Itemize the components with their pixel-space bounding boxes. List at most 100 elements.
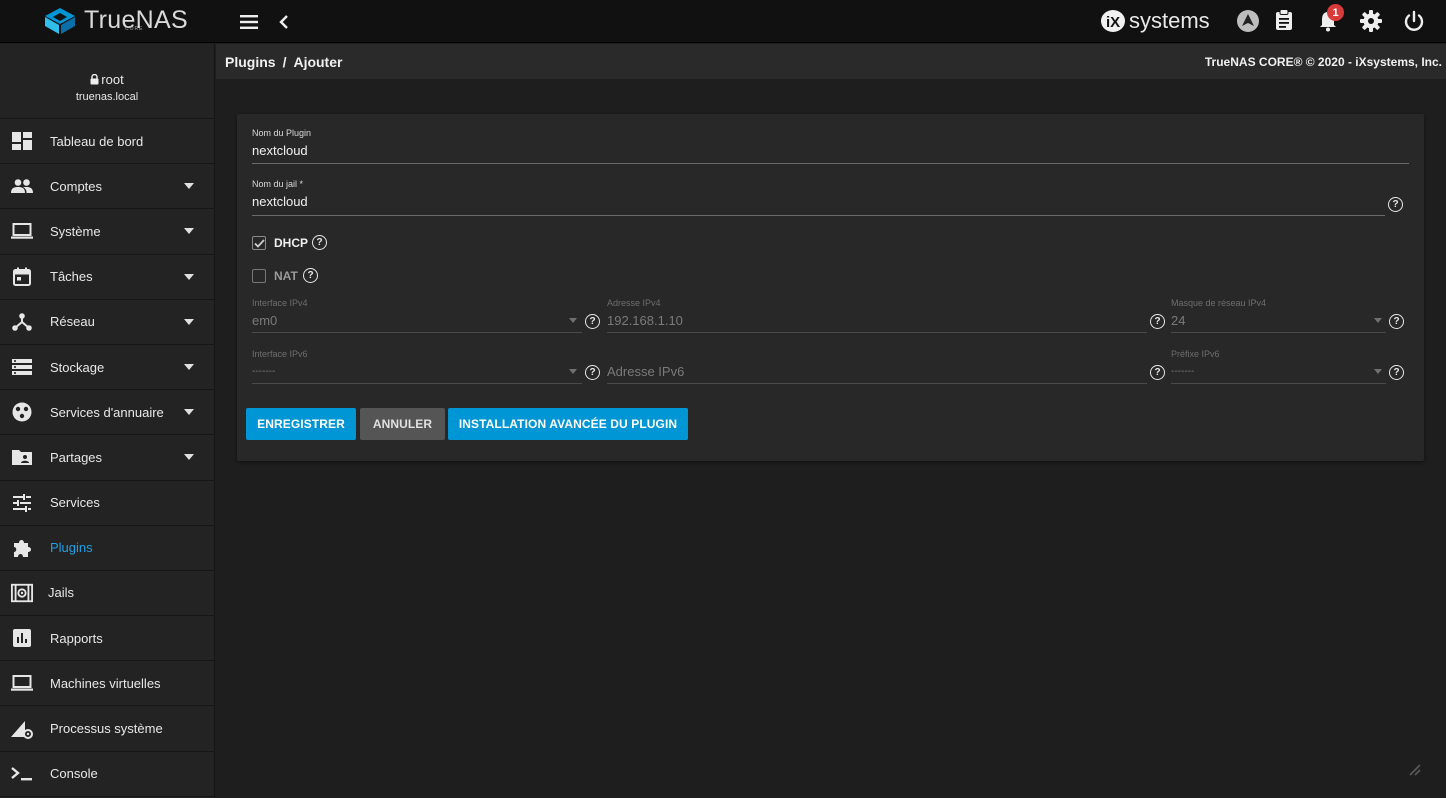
sidebar-item-label: Rapports (50, 630, 103, 646)
help-icon[interactable]: ? (585, 314, 600, 329)
truecommand-icon[interactable] (1236, 9, 1260, 33)
ipv6-prefix-underline (1171, 383, 1386, 384)
ipv6-address-input[interactable]: Adresse IPv6 (607, 364, 1147, 379)
dhcp-checkbox[interactable] (252, 236, 266, 250)
sidebar-item-system-processes[interactable]: Processus système (0, 706, 214, 752)
sidebar-item-label: Machines virtuelles (50, 675, 161, 691)
sidebar-item-label: Processus système (50, 721, 163, 737)
breadcrumb: Plugins / Ajouter (225, 54, 342, 70)
ipv6-prefix-value: ------- (1171, 366, 1195, 377)
caret-down-icon (184, 454, 194, 461)
jail-name-input[interactable]: nextcloud (252, 194, 1385, 209)
sidebar-item-services[interactable]: Services (0, 481, 214, 526)
nat-label: NAT (274, 269, 298, 283)
ipv6-interface-underline (252, 383, 582, 384)
jail-name-field[interactable]: Nom du jail * nextcloud (252, 179, 1385, 209)
truenas-logo[interactable]: TrueNAS (44, 6, 188, 35)
caret-down-icon (184, 364, 194, 371)
dhcp-label: DHCP (274, 236, 309, 250)
sidebar-item-storage[interactable]: Stockage (0, 345, 214, 391)
plugin-name-label: Nom du Plugin (252, 128, 312, 138)
ipv4-interface-select[interactable]: Interface IPv4 em0 (252, 298, 582, 328)
tune-icon (11, 492, 33, 514)
caret-down-icon (184, 183, 194, 190)
menu-icon[interactable] (237, 10, 261, 34)
plugin-name-value: nextcloud (252, 143, 308, 158)
help-icon[interactable]: ? (303, 268, 318, 283)
sidebar-item-shares[interactable]: Partages (0, 435, 214, 481)
help-icon[interactable]: ? (585, 365, 600, 380)
sidebar-item-network[interactable]: Réseau (0, 300, 214, 345)
sidebar-item-label: Réseau (50, 314, 95, 330)
help-icon[interactable]: ? (1150, 314, 1165, 329)
ipv4-netmask-select[interactable]: Masque de réseau IPv4 24 (1171, 298, 1386, 328)
sidebar-item-label: Comptes (50, 178, 103, 194)
logo-subtext: CORE (125, 26, 144, 32)
ipv6-address-underline (607, 383, 1147, 384)
ipv4-netmask-label: Masque de réseau IPv4 (1171, 298, 1267, 308)
sidebar: root truenas.local Tableau de bord Compt… (0, 44, 215, 798)
chevron-left-icon[interactable] (272, 10, 296, 34)
breadcrumb-current: Ajouter (293, 54, 343, 70)
puzzle-icon (11, 537, 33, 559)
ipv6-address-field[interactable]: Adresse IPv6 (607, 364, 1147, 379)
top-bar: TrueNAS CORE iX systems 1 (0, 0, 1446, 43)
save-button[interactable]: ENREGISTRER (246, 408, 356, 440)
sidebar-item-reports[interactable]: Rapports (0, 616, 214, 662)
resize-handle-icon[interactable] (1407, 762, 1421, 781)
ipv4-interface-underline (252, 332, 582, 333)
dropdown-arrow-icon[interactable] (569, 369, 577, 374)
caret-down-icon (184, 318, 194, 325)
dropdown-arrow-icon[interactable] (569, 318, 577, 323)
caret-down-icon (184, 273, 194, 280)
sidebar-item-dashboard[interactable]: Tableau de bord (0, 119, 214, 165)
ipv4-address-input[interactable]: 192.168.1.10 (607, 313, 1147, 328)
ipv4-netmask-value: 24 (1171, 313, 1186, 328)
checkmark-icon (253, 238, 265, 248)
sidebar-item-console[interactable]: Console (0, 752, 214, 797)
caret-down-icon (184, 409, 194, 416)
sidebar-item-system[interactable]: Système (0, 209, 214, 255)
sidebar-item-label: Services d'annuaire (50, 404, 164, 420)
sidebar-item-label: Stockage (50, 359, 105, 375)
ipv4-address-label: Adresse IPv4 (607, 298, 661, 308)
sidebar-item-jails[interactable]: Jails (0, 571, 214, 617)
help-icon[interactable]: ? (1389, 365, 1404, 380)
notification-badge: 1 (1327, 4, 1344, 21)
ipv4-interface-label: Interface IPv4 (252, 298, 308, 308)
truenas-logo-icon (45, 7, 75, 34)
gear-icon[interactable] (1359, 9, 1383, 33)
help-icon[interactable]: ? (1150, 365, 1165, 380)
clipboard-icon[interactable] (1272, 8, 1296, 32)
sidebar-item-virtual-machines[interactable]: Machines virtuelles (0, 661, 214, 707)
help-icon[interactable]: ? (1388, 197, 1403, 212)
people-icon (11, 175, 33, 197)
advanced-install-button[interactable]: INSTALLATION AVANCÉE DU PLUGIN (448, 408, 688, 440)
sidebar-item-label: Plugins (50, 540, 93, 556)
power-icon[interactable] (1402, 9, 1426, 33)
ipv6-interface-value: ------- (252, 366, 276, 377)
jail-name-label: Nom du jail * (252, 179, 304, 189)
ixsystems-logo[interactable]: iX systems (1099, 8, 1210, 34)
sidebar-item-directory-services[interactable]: Services d'annuaire (0, 390, 214, 436)
nat-checkbox[interactable] (252, 269, 266, 283)
plugin-add-form: Nom du Plugin nextcloud Nom du jail * ne… (237, 114, 1424, 461)
sidebar-item-plugins[interactable]: Plugins (0, 526, 214, 571)
dropdown-arrow-icon[interactable] (1374, 318, 1382, 323)
ipv4-address-field[interactable]: Adresse IPv4 192.168.1.10 (607, 298, 1147, 328)
dropdown-arrow-icon[interactable] (1374, 369, 1382, 374)
breadcrumb-plugins-link[interactable]: Plugins (225, 54, 276, 70)
help-icon[interactable]: ? (1389, 314, 1404, 329)
network-icon (11, 311, 33, 333)
sidebar-item-label: Services (50, 495, 100, 511)
jail-icon (11, 582, 33, 604)
sidebar-item-accounts[interactable]: Comptes (0, 164, 214, 210)
sidebar-item-tasks[interactable]: Tâches (0, 255, 214, 300)
ipv6-prefix-select[interactable]: Préfixe IPv6 ------- (1171, 349, 1386, 377)
ipv4-address-underline (607, 332, 1147, 333)
ipv6-interface-select[interactable]: Interface IPv6 ------- (252, 349, 582, 377)
cancel-button[interactable]: ANNULER (360, 408, 445, 440)
help-icon[interactable]: ? (312, 235, 327, 250)
ipv6-interface-label: Interface IPv6 (252, 349, 308, 359)
sidebar-item-label: Console (50, 766, 98, 782)
